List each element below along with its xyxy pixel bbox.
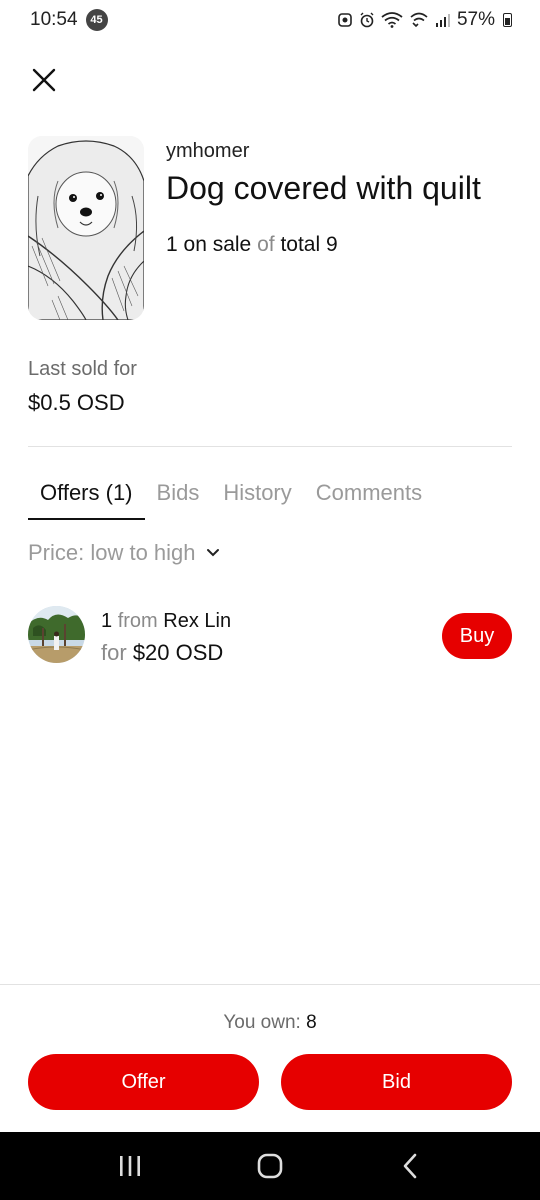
wifi-calling-icon xyxy=(409,12,429,28)
system-navigation-bar xyxy=(0,1132,540,1200)
tab-comments[interactable]: Comments xyxy=(304,478,434,520)
chevron-down-icon xyxy=(206,549,219,557)
notification-count-badge: 45 xyxy=(85,9,108,31)
status-bar: 10:54 45 57% xyxy=(0,0,540,40)
you-own-value: 8 xyxy=(306,1012,317,1033)
buy-button[interactable]: Buy xyxy=(442,613,512,659)
edition-on-sale: 1 on sale xyxy=(166,233,252,256)
edition-info: 1 on sale of total 9 xyxy=(166,233,338,257)
home-button[interactable] xyxy=(240,1141,300,1191)
tab-bids[interactable]: Bids xyxy=(145,478,212,520)
offer-for-word: for xyxy=(101,640,127,665)
close-button[interactable] xyxy=(28,64,60,96)
tab-history[interactable]: History xyxy=(211,478,303,520)
sort-dropdown[interactable]: Price: low to high xyxy=(28,540,220,566)
close-icon xyxy=(32,68,56,92)
bid-button[interactable]: Bid xyxy=(281,1054,512,1110)
offer-from-word: from xyxy=(117,610,158,632)
offer-row: 1 from Rex Lin for $20 OSD Buy xyxy=(28,604,512,668)
divider xyxy=(28,446,512,447)
battery-icon xyxy=(503,13,512,27)
recent-apps-button[interactable] xyxy=(100,1141,160,1191)
edition-total: total 9 xyxy=(280,233,338,256)
you-own-label: You own: xyxy=(223,1012,301,1033)
offer-quantity: 1 xyxy=(101,610,113,632)
home-icon xyxy=(257,1153,283,1179)
recent-apps-icon xyxy=(120,1156,140,1176)
sort-label: Price: low to high xyxy=(28,540,196,565)
offer-quantity-seller: 1 from Rex Lin xyxy=(101,610,231,633)
tab-offers[interactable]: Offers (1) xyxy=(28,478,145,520)
item-title: Dog covered with quilt xyxy=(166,170,481,206)
wifi-icon xyxy=(381,12,403,28)
battery-percent: 57% xyxy=(456,9,495,30)
artwork-image[interactable] xyxy=(28,136,144,320)
alarm-icon xyxy=(359,12,375,28)
last-sold-label: Last sold for xyxy=(28,358,137,380)
back-icon xyxy=(403,1153,417,1179)
app-notification-icon xyxy=(337,12,353,28)
footer-divider xyxy=(0,984,540,985)
offer-price-line: for $20 OSD xyxy=(101,640,223,666)
back-button[interactable] xyxy=(380,1141,440,1191)
edition-of: of xyxy=(257,233,275,256)
status-left: 10:54 45 xyxy=(30,9,108,31)
tab-bar: Offers (1) Bids History Comments xyxy=(28,478,434,520)
signal-icon xyxy=(435,13,451,27)
you-own: You own: 8 xyxy=(0,1012,540,1034)
offer-price: $20 OSD xyxy=(132,640,224,665)
creator-name[interactable]: ymhomer xyxy=(166,140,249,163)
status-time: 10:54 xyxy=(30,9,78,30)
seller-avatar[interactable] xyxy=(28,606,85,663)
offer-seller-name[interactable]: Rex Lin xyxy=(163,610,231,632)
last-sold-value: $0.5 OSD xyxy=(28,390,125,415)
offer-button[interactable]: Offer xyxy=(28,1054,259,1110)
status-right: 57% xyxy=(337,9,512,31)
